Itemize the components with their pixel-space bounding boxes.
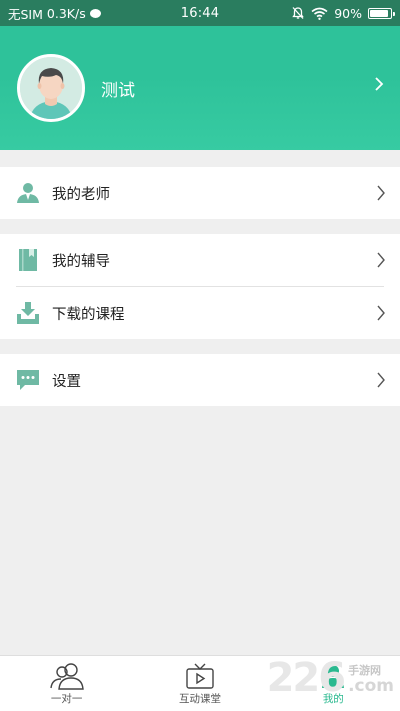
chevron-right-icon	[377, 305, 385, 321]
profile-name: 测试	[101, 80, 135, 101]
chat-bubble-icon	[16, 368, 40, 392]
tab-one-on-one[interactable]: 一对一	[0, 656, 133, 711]
book-icon	[16, 248, 40, 272]
menu-item-label: 下载的课程	[52, 306, 125, 323]
tv-play-icon	[183, 661, 217, 691]
battery-percent: 90%	[334, 5, 362, 21]
menu-group-teacher: 我的老师	[0, 167, 400, 219]
battery-icon	[368, 7, 395, 19]
menu-item-label: 设置	[52, 373, 81, 390]
carrier-text: 无SIM	[8, 6, 43, 22]
network-speed: 0.3K/s	[46, 5, 86, 21]
tab-interactive-class[interactable]: 互动课堂	[133, 656, 266, 711]
teacher-icon	[16, 181, 40, 205]
chevron-right-icon	[375, 77, 384, 91]
tab-label: 互动课堂	[178, 693, 221, 705]
wifi-icon	[311, 7, 328, 20]
menu-item-my-teacher[interactable]: 我的老师	[0, 167, 400, 219]
menu-item-downloaded-courses[interactable]: 下载的课程	[0, 287, 400, 339]
menu-item-label: 我的辅导	[52, 253, 110, 270]
menu-group-courses: 我的辅导 下载的课程	[0, 234, 400, 339]
download-icon	[16, 301, 40, 325]
alarm-off-icon	[292, 7, 304, 19]
menu-item-my-tutoring[interactable]: 我的辅导	[0, 234, 400, 286]
menu-group-settings: 设置	[0, 354, 400, 406]
message-notification-icon	[89, 8, 101, 18]
chevron-right-icon	[377, 252, 385, 268]
status-bar: 无SIM 0.3K/s 16:44 90%	[0, 0, 400, 26]
watermark-logo: 226 手游网 .com	[267, 658, 394, 698]
watermark-line2: .com	[348, 675, 394, 696]
clock: 16:44	[180, 5, 220, 21]
chevron-right-icon	[377, 185, 385, 201]
profile-header[interactable]: 测试	[0, 26, 400, 150]
menu-item-settings[interactable]: 设置	[0, 354, 400, 406]
watermark-digits: 226	[266, 655, 346, 701]
chevron-right-icon	[377, 372, 385, 388]
menu-item-label: 我的老师	[52, 186, 110, 203]
avatar[interactable]	[17, 54, 85, 122]
tab-label: 一对一	[50, 693, 83, 705]
users-icon	[49, 661, 84, 691]
